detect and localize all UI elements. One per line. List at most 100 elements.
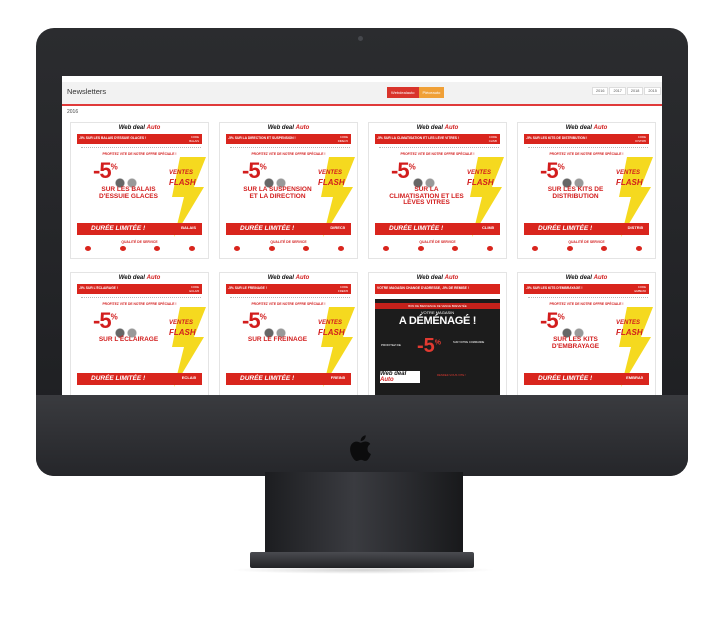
service-icon	[566, 246, 573, 251]
year-button[interactable]: 2015	[644, 87, 661, 95]
service-quality-label: QUALITÉ DE SERVICE	[121, 240, 158, 244]
service-icon	[268, 246, 275, 251]
newsletter-card[interactable]: Web deal Auto -5% SUR LE FREINAGE ! CODE…	[219, 272, 358, 409]
page-title: Newsletters	[67, 87, 107, 96]
service-icon	[486, 246, 493, 251]
brand-logo: Web deal Auto	[565, 275, 608, 281]
nav-divider	[230, 147, 350, 150]
service-icon	[601, 246, 608, 251]
offer-text: PROFITEZ VITE DE NOTRE OFFRE SPÉCIALE !	[102, 302, 177, 306]
headline: SUR LE FREINAGE	[247, 336, 308, 343]
offer-text: PROFITEZ VITE DE NOTRE OFFRE SPÉCIALE !	[400, 152, 475, 156]
service-icon	[234, 246, 240, 251]
flash-label: VENTES	[318, 320, 343, 326]
newsletter-banner: -5% SUR LES KITS DE DISTRIBUTION ! CODE D…	[524, 134, 649, 144]
newsletter-card[interactable]: Web deal Auto -5% SUR LES BALAIS D'ESSUI…	[70, 122, 209, 259]
monitor-stand	[265, 472, 463, 555]
flash-label: VENTES	[169, 170, 194, 176]
year-button[interactable]: 2016	[592, 87, 609, 95]
nav-divider	[81, 297, 201, 300]
service-icon	[635, 246, 642, 251]
section-year-heading: 2016	[67, 109, 79, 115]
site-tabs: Webdealauto Pièceauto	[387, 87, 445, 98]
brand-logo: Web deal Auto	[416, 125, 459, 131]
stand-shadow	[230, 566, 496, 574]
service-quality-label: QUALITÉ DE SERVICE	[270, 240, 307, 244]
flash-label: VENTES	[616, 320, 641, 326]
discount-percent: -5%	[417, 335, 442, 357]
nav-divider	[230, 297, 350, 300]
brand-logo: Web deal Auto	[565, 125, 608, 131]
page-header: Newsletters Webdealauto Pièceauto 2016 2…	[62, 82, 662, 106]
service-icons	[383, 246, 493, 251]
newsletter-card[interactable]: Web deal Auto VOTRE MAGASIN CHANGE D'ADR…	[368, 272, 507, 409]
service-icon	[119, 246, 126, 251]
year-button[interactable]: 2018	[626, 87, 644, 95]
newsletter-banner: -5% SUR LA DIRECTION ET SUSPENSION ! COD…	[226, 134, 351, 144]
brand-logo: Web deal Auto	[267, 125, 310, 131]
newsletter-card[interactable]: Web deal Auto -5% SUR L'ÉCLAIRAGE ! CODE…	[70, 272, 209, 409]
newsletter-banner: VOTRE MAGASIN CHANGE D'ADRESSE, -5% DE R…	[375, 284, 500, 294]
limited-duration-bar: DURÉE LIMITÉE ! BALAIS	[77, 223, 202, 235]
headline: SUR LA CLIMATISATION ET LES LÈVES VITRES	[389, 186, 464, 206]
service-icon	[188, 246, 195, 251]
headline: SUR LA SUSPENSION ET LA DIRECTION	[243, 186, 312, 200]
newsletter-banner: -5% SUR LE FREINAGE ! CODE FREIN5	[226, 284, 351, 294]
brand-logo: Web deal Auto	[267, 275, 310, 281]
flash-label: FLASH	[169, 178, 196, 187]
newsletter-banner: -5% SUR LA CLIMATISATION ET LES LÈVE VIT…	[375, 134, 500, 144]
flash-label: VENTES	[169, 320, 194, 326]
year-button[interactable]: 2017	[609, 87, 626, 95]
newsletter-card[interactable]: Web deal Auto -5% SUR LES KITS D'EMBRAYA…	[517, 272, 656, 409]
flash-label: FLASH	[467, 178, 494, 187]
newsletter-grid: Web deal Auto -5% SUR LES BALAIS D'ESSUI…	[70, 122, 656, 419]
flash-label: FLASH	[616, 178, 643, 187]
tab-pieceauto[interactable]: Pièceauto	[418, 87, 445, 98]
service-quality-label: QUALITÉ DE SERVICE	[568, 240, 605, 244]
offer-text: PROFITEZ VITE DE NOTRE OFFRE SPÉCIALE !	[251, 152, 326, 156]
limited-duration-bar: DURÉE LIMITÉE ! FREIN5	[226, 373, 351, 385]
brand-logo: Web deal Auto	[118, 275, 161, 281]
flash-label: FLASH	[169, 328, 196, 337]
limited-duration-bar: DURÉE LIMITÉE ! CLIM5	[375, 223, 500, 235]
service-icon	[383, 246, 389, 251]
headline: SUR LES BALAIS D'ESSUIE GLACES	[99, 186, 158, 200]
service-icon	[154, 246, 161, 251]
flash-label: FLASH	[318, 328, 345, 337]
newsletter-banner: -5% SUR LES KITS D'EMBRAYAGE ! CODE EMBRA…	[524, 284, 649, 294]
offer-text: PROFITEZ VITE DE NOTRE OFFRE SPÉCIALE !	[102, 152, 177, 156]
tab-webdealauto[interactable]: Webdealauto	[387, 87, 419, 98]
service-icon	[337, 246, 344, 251]
offer-text: PROFITEZ VITE DE NOTRE OFFRE SPÉCIALE !	[549, 152, 624, 156]
screen: Newsletters Webdealauto Pièceauto 2016 2…	[62, 76, 662, 419]
service-icons	[85, 246, 195, 251]
newsletter-card[interactable]: Web deal Auto -5% SUR LA CLIMATISATION E…	[368, 122, 507, 259]
service-icon	[452, 246, 459, 251]
imac-monitor: Newsletters Webdealauto Pièceauto 2016 2…	[36, 28, 688, 476]
limited-duration-bar: DURÉE LIMITÉE ! DIREC5	[226, 223, 351, 235]
apple-logo-icon	[350, 435, 371, 461]
headline: SUR LES KITS D'EMBRAYAGE	[551, 336, 600, 350]
service-icon	[417, 246, 424, 251]
service-quality-label: QUALITÉ DE SERVICE	[419, 240, 456, 244]
headline: SUR L'ÉCLAIRAGE	[98, 336, 159, 343]
limited-duration-bar: DURÉE LIMITÉE ! ECLAI5	[77, 373, 202, 385]
flash-label: VENTES	[467, 170, 492, 176]
newsletter-card[interactable]: Web deal Auto -5% SUR LA DIRECTION ET SU…	[219, 122, 358, 259]
newsletter-banner: -5% SUR L'ÉCLAIRAGE ! CODE ECLAI5	[77, 284, 202, 294]
service-icons	[234, 246, 344, 251]
nav-divider	[379, 147, 499, 150]
moving-announcement: BON DE BIENVENUE DE VENUE BREVETÉE VOTRE…	[375, 299, 500, 395]
brand-logo: Web deal Auto	[118, 125, 161, 131]
flash-label: VENTES	[616, 170, 641, 176]
offer-text: PROFITEZ VITE DE NOTRE OFFRE SPÉCIALE !	[251, 302, 326, 306]
limited-duration-bar: DURÉE LIMITÉE ! DISTRI5	[524, 223, 649, 235]
service-icon	[303, 246, 310, 251]
nav-divider	[528, 147, 648, 150]
camera-icon	[358, 36, 363, 41]
flash-label: VENTES	[318, 170, 343, 176]
newsletter-card[interactable]: Web deal Auto -5% SUR LES KITS DE DISTRI…	[517, 122, 656, 259]
brand-logo: Web deal Auto	[416, 275, 459, 281]
limited-duration-bar: DURÉE LIMITÉE ! EMBRA5	[524, 373, 649, 385]
nav-divider	[528, 297, 648, 300]
